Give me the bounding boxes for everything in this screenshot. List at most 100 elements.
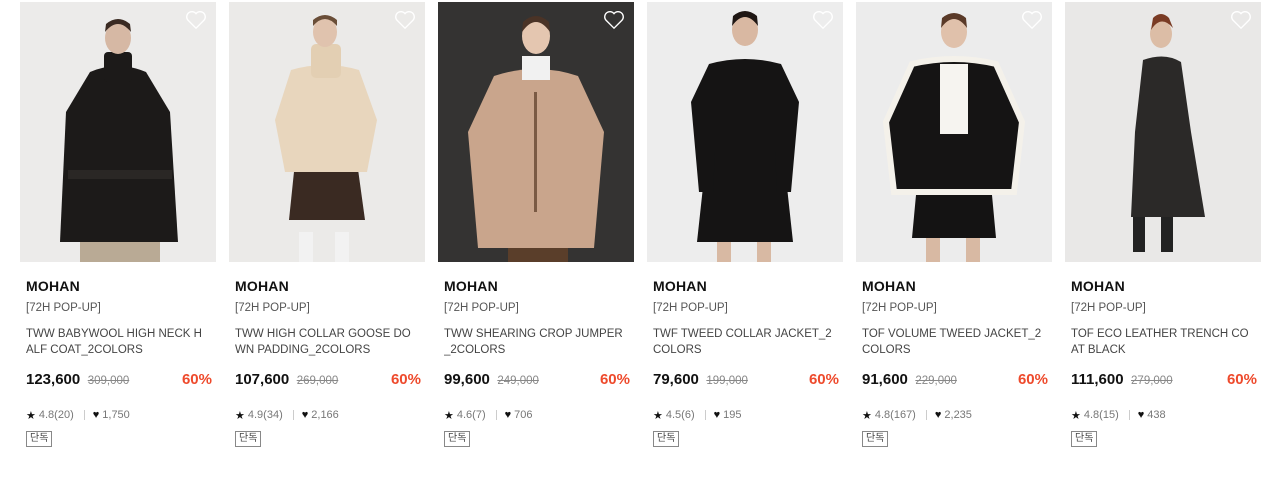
heart-outline-icon[interactable] — [1230, 10, 1252, 30]
discount-rate: 60% — [808, 371, 839, 388]
product-image[interactable] — [229, 2, 425, 262]
exclusive-badge: 단독 — [1071, 431, 1098, 447]
promo-tag: [72H POP-UP] — [26, 302, 101, 314]
product-photo — [647, 2, 843, 262]
rating: 4.8(20) — [38, 409, 74, 421]
exclusive-badge: 단독 — [862, 431, 889, 447]
product-photo — [856, 2, 1052, 262]
rating: 4.6(7) — [456, 409, 486, 421]
promo-tag: [72H POP-UP] — [444, 302, 519, 314]
divider — [1128, 410, 1130, 420]
discount-rate: 60% — [181, 371, 212, 388]
product-stats: ★ 4.8(20) ♥ 1,750 — [26, 407, 216, 423]
sale-price: 111,600 — [1071, 371, 1124, 388]
divider — [704, 410, 706, 420]
promo-tag: [72H POP-UP] — [1071, 302, 1146, 314]
brand-name[interactable]: MOHAN — [653, 278, 843, 294]
like-count: 195 — [723, 409, 742, 421]
product-card[interactable]: MOHAN [72H POP-UP] TWW SHEARING CROP JUM… — [438, 2, 634, 447]
product-name[interactable]: TWW SHEARING CROP JUMPER_2COLORS — [444, 326, 626, 358]
product-image[interactable] — [438, 2, 634, 262]
price-row: 111,600 279,000 60% — [1071, 371, 1261, 389]
product-stats: ★ 4.8(15) ♥ 438 — [1071, 407, 1261, 423]
original-price: 279,000 — [1131, 375, 1173, 387]
star-icon: ★ — [1071, 409, 1081, 422]
product-stats: ★ 4.5(6) ♥ 195 — [653, 407, 843, 423]
product-photo — [438, 2, 634, 262]
heart-outline-icon[interactable] — [185, 10, 207, 30]
product-image[interactable] — [20, 2, 216, 262]
product-grid: MOHAN [72H POP-UP] TWW BABYWOOL HIGH NEC… — [0, 0, 1268, 487]
exclusive-badge: 단독 — [653, 431, 680, 447]
divider — [83, 410, 85, 420]
heart-outline-icon[interactable] — [394, 10, 416, 30]
product-card[interactable]: MOHAN [72H POP-UP] TOF VOLUME TWEED JACK… — [856, 2, 1052, 447]
discount-rate: 60% — [1226, 371, 1257, 388]
brand-name[interactable]: MOHAN — [1071, 278, 1261, 294]
price-row: 123,600 309,000 60% — [26, 371, 216, 389]
sale-price: 123,600 — [26, 371, 81, 388]
divider — [925, 410, 927, 420]
original-price: 249,000 — [497, 375, 539, 387]
brand-name[interactable]: MOHAN — [26, 278, 216, 294]
product-name[interactable]: TOF ECO LEATHER TRENCH COAT BLACK — [1071, 326, 1253, 358]
product-card[interactable]: MOHAN [72H POP-UP] TOF ECO LEATHER TRENC… — [1065, 2, 1261, 447]
discount-rate: 60% — [599, 371, 630, 388]
product-name[interactable]: TOF VOLUME TWEED JACKET_2COLORS — [862, 326, 1044, 358]
star-icon: ★ — [653, 409, 663, 422]
product-photo — [1065, 2, 1261, 262]
heart-outline-icon[interactable] — [603, 10, 625, 30]
like-count: 706 — [514, 409, 533, 421]
original-price: 309,000 — [87, 375, 130, 387]
divider — [495, 410, 497, 420]
brand-name[interactable]: MOHAN — [444, 278, 634, 294]
product-photo — [229, 2, 425, 262]
product-image[interactable] — [1065, 2, 1261, 262]
product-name[interactable]: TWW BABYWOOL HIGH NECK HALF COAT_2COLORS — [26, 326, 208, 358]
rating: 4.8(167) — [874, 409, 916, 421]
heart-icon: ♥ — [934, 409, 942, 421]
product-card[interactable]: MOHAN [72H POP-UP] TWF TWEED COLLAR JACK… — [647, 2, 843, 447]
star-icon: ★ — [862, 409, 872, 422]
discount-rate: 60% — [1017, 371, 1048, 388]
product-name[interactable]: TWW HIGH COLLAR GOOSE DOWN PADDING_2COLO… — [235, 326, 417, 358]
brand-name[interactable]: MOHAN — [235, 278, 425, 294]
rating: 4.8(15) — [1083, 409, 1119, 421]
product-stats: ★ 4.6(7) ♥ 706 — [444, 407, 634, 423]
like-count: 1,750 — [102, 409, 130, 421]
promo-tag: [72H POP-UP] — [862, 302, 937, 314]
product-image[interactable] — [856, 2, 1052, 262]
heart-icon: ♥ — [504, 409, 512, 421]
heart-outline-icon[interactable] — [1021, 10, 1043, 30]
divider — [292, 410, 294, 420]
heart-icon: ♥ — [301, 409, 309, 421]
star-icon: ★ — [26, 409, 36, 422]
sale-price: 91,600 — [862, 371, 908, 388]
rating: 4.9(34) — [247, 409, 283, 421]
sale-price: 107,600 — [235, 371, 290, 388]
price-row: 99,600 249,000 60% — [444, 371, 634, 389]
like-count: 2,166 — [311, 409, 339, 421]
price-row: 107,600 269,000 60% — [235, 371, 425, 389]
price-row: 91,600 229,000 60% — [862, 371, 1052, 389]
discount-rate: 60% — [390, 371, 421, 388]
heart-icon: ♥ — [92, 409, 100, 421]
star-icon: ★ — [235, 409, 245, 422]
sale-price: 79,600 — [653, 371, 699, 388]
star-icon: ★ — [444, 409, 454, 422]
heart-icon: ♥ — [713, 409, 721, 421]
rating: 4.5(6) — [665, 409, 695, 421]
original-price: 199,000 — [706, 375, 748, 387]
product-card[interactable]: MOHAN [72H POP-UP] TWW HIGH COLLAR GOOSE… — [229, 2, 425, 447]
exclusive-badge: 단독 — [26, 431, 53, 447]
brand-name[interactable]: MOHAN — [862, 278, 1052, 294]
product-photo — [20, 2, 216, 262]
original-price: 269,000 — [296, 375, 339, 387]
exclusive-badge: 단독 — [235, 431, 262, 447]
product-name[interactable]: TWF TWEED COLLAR JACKET_2COLORS — [653, 326, 835, 358]
product-stats: ★ 4.9(34) ♥ 2,166 — [235, 407, 425, 423]
heart-outline-icon[interactable] — [812, 10, 834, 30]
product-card[interactable]: MOHAN [72H POP-UP] TWW BABYWOOL HIGH NEC… — [20, 2, 216, 447]
product-image[interactable] — [647, 2, 843, 262]
original-price: 229,000 — [915, 375, 957, 387]
